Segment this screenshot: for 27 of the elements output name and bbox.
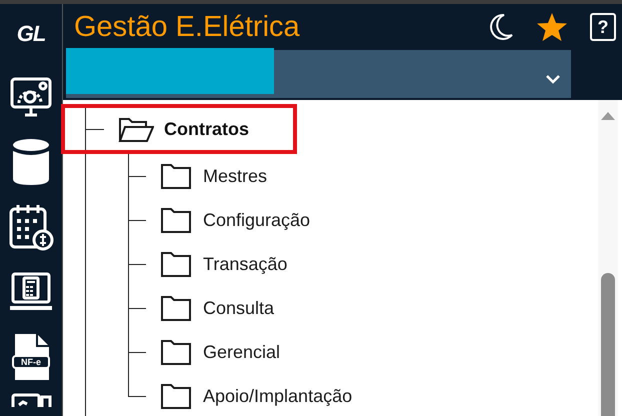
tree-item[interactable]: Transação xyxy=(203,254,288,274)
monitor-gear-icon[interactable] xyxy=(9,74,53,118)
folder-icon[interactable] xyxy=(160,250,192,278)
tree-item[interactable]: Apoio/Implantação xyxy=(203,386,352,406)
scrollbar[interactable] xyxy=(598,100,618,416)
folder-icon[interactable] xyxy=(160,294,192,322)
help-button[interactable]: ? xyxy=(590,13,616,41)
tree-item[interactable]: Consulta xyxy=(203,298,274,318)
folder-icon[interactable] xyxy=(160,206,192,234)
star-icon[interactable] xyxy=(536,12,568,42)
folder-icon[interactable] xyxy=(160,162,192,190)
app-title: Gestão E.Elétrica xyxy=(74,10,300,44)
tree-item[interactable]: Configuração xyxy=(203,210,310,230)
device-icon[interactable] xyxy=(9,393,53,407)
moon-icon[interactable] xyxy=(488,13,514,41)
cylinder-icon[interactable] xyxy=(11,136,51,186)
tree-item[interactable]: Contratos xyxy=(164,118,249,140)
module-select[interactable] xyxy=(66,50,571,98)
scroll-up-icon[interactable] xyxy=(600,111,616,121)
open-folder-icon[interactable] xyxy=(118,115,154,143)
folder-icon[interactable] xyxy=(160,382,192,410)
chevron-down-icon xyxy=(545,74,561,84)
tree-item[interactable]: Mestres xyxy=(203,166,268,186)
folder-icon[interactable] xyxy=(160,338,192,366)
scrollbar-thumb[interactable] xyxy=(601,273,615,416)
app-logo[interactable]: GL xyxy=(16,21,46,47)
tree-item[interactable]: Gerencial xyxy=(203,342,280,362)
